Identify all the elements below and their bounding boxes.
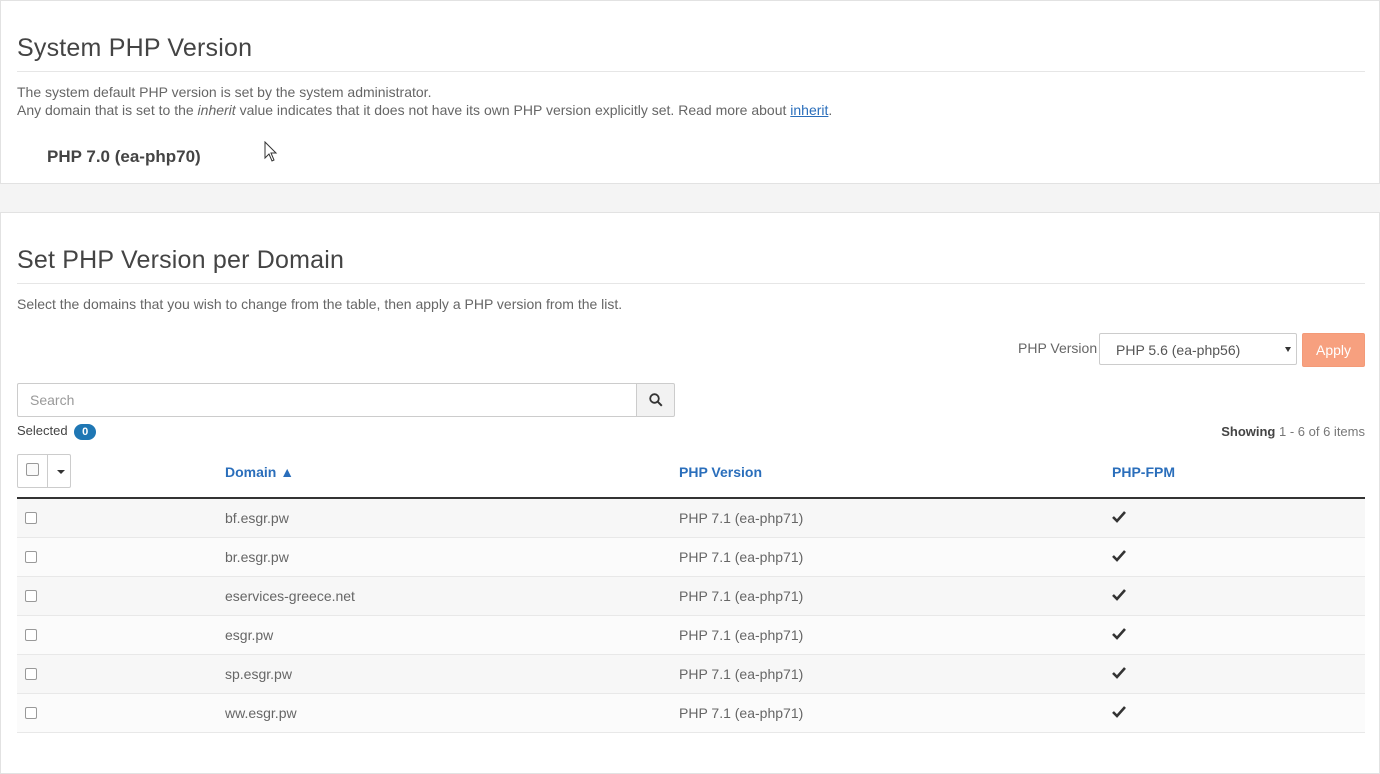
column-header-domain[interactable]: Domain ▲ <box>225 464 294 480</box>
pagination-summary: Showing 1 - 6 of 6 items <box>1221 424 1365 439</box>
php-version-cell: PHP 7.1 (ea-php71) <box>679 666 804 682</box>
apply-button[interactable]: Apply <box>1302 333 1365 367</box>
selected-label: Selected <box>17 423 68 438</box>
domains-table: Domain ▲ PHP Version PHP-FPM bf.esgr.pw … <box>17 451 1365 733</box>
check-icon <box>1112 628 1126 640</box>
selected-badge: 0 <box>74 424 97 440</box>
check-icon <box>1112 589 1126 601</box>
system-php-version-value: PHP 7.0 (ea-php70) <box>47 147 201 166</box>
system-php-panel: System PHP Version The system default PH… <box>0 0 1380 184</box>
chevron-down-icon[interactable] <box>57 470 65 474</box>
search-button[interactable] <box>636 383 675 417</box>
check-icon <box>1112 706 1126 718</box>
select-all-checkbox[interactable] <box>26 463 39 476</box>
chevron-down-icon <box>1285 347 1291 352</box>
domain-php-title: Set PHP Version per Domain <box>17 246 345 274</box>
mouse-cursor-icon <box>264 141 278 162</box>
description-line-1: The system default PHP version is set by… <box>17 84 432 100</box>
php-version-cell: PHP 7.1 (ea-php71) <box>679 705 804 721</box>
table-header: Domain ▲ PHP Version PHP-FPM <box>17 451 1365 499</box>
row-checkbox[interactable] <box>25 512 37 524</box>
php-version-cell: PHP 7.1 (ea-php71) <box>679 510 804 526</box>
column-header-php-fpm[interactable]: PHP-FPM <box>1112 464 1175 480</box>
showing-label: Showing <box>1221 424 1276 439</box>
system-php-title: System PHP Version <box>17 34 253 62</box>
table-row: ww.esgr.pw PHP 7.1 (ea-php71) <box>17 694 1365 733</box>
domain-cell: sp.esgr.pw <box>225 666 292 682</box>
search-group <box>17 383 675 417</box>
check-icon <box>1112 550 1126 562</box>
domain-cell: br.esgr.pw <box>225 549 289 565</box>
description-line-2: Any domain that is set to the inherit va… <box>17 102 833 118</box>
table-row: br.esgr.pw PHP 7.1 (ea-php71) <box>17 538 1365 577</box>
search-icon <box>648 393 663 407</box>
row-checkbox[interactable] <box>25 551 37 563</box>
domain-php-description: Select the domains that you wish to chan… <box>17 296 623 312</box>
php-version-cell: PHP 7.1 (ea-php71) <box>679 588 804 604</box>
column-header-php-version[interactable]: PHP Version <box>679 464 762 480</box>
domain-cell: eservices-greece.net <box>225 588 355 604</box>
check-icon <box>1112 511 1126 523</box>
php-version-label: PHP Version <box>1018 340 1098 356</box>
php-version-selected-value: PHP 5.6 (ea-php56) <box>1116 342 1241 358</box>
selected-count: Selected 0 <box>17 423 97 440</box>
table-row: sp.esgr.pw PHP 7.1 (ea-php71) <box>17 655 1365 694</box>
table-row: bf.esgr.pw PHP 7.1 (ea-php71) <box>17 499 1365 538</box>
row-checkbox[interactable] <box>25 629 37 641</box>
php-version-cell: PHP 7.1 (ea-php71) <box>679 627 804 643</box>
divider <box>47 454 48 488</box>
row-checkbox[interactable] <box>25 707 37 719</box>
php-version-select[interactable]: PHP 5.6 (ea-php56) <box>1099 333 1297 365</box>
row-checkbox[interactable] <box>25 590 37 602</box>
check-icon <box>1112 667 1126 679</box>
row-checkbox[interactable] <box>25 668 37 680</box>
search-input[interactable] <box>17 383 637 417</box>
system-php-description: The system default PHP version is set by… <box>17 83 832 119</box>
domain-cell: ww.esgr.pw <box>225 705 297 721</box>
table-row: esgr.pw PHP 7.1 (ea-php71) <box>17 616 1365 655</box>
inherit-link[interactable]: inherit <box>790 102 828 118</box>
showing-range: 1 - 6 of 6 items <box>1279 424 1365 439</box>
php-version-cell: PHP 7.1 (ea-php71) <box>679 549 804 565</box>
divider <box>17 71 1365 72</box>
divider <box>17 283 1365 284</box>
domain-cell: esgr.pw <box>225 627 274 643</box>
domain-cell: bf.esgr.pw <box>225 510 289 526</box>
table-body: bf.esgr.pw PHP 7.1 (ea-php71) br.esgr.pw… <box>17 499 1365 733</box>
domain-php-panel: Set PHP Version per Domain Select the do… <box>0 212 1380 774</box>
table-row: eservices-greece.net PHP 7.1 (ea-php71) <box>17 577 1365 616</box>
bulk-select-dropdown[interactable] <box>17 454 71 488</box>
